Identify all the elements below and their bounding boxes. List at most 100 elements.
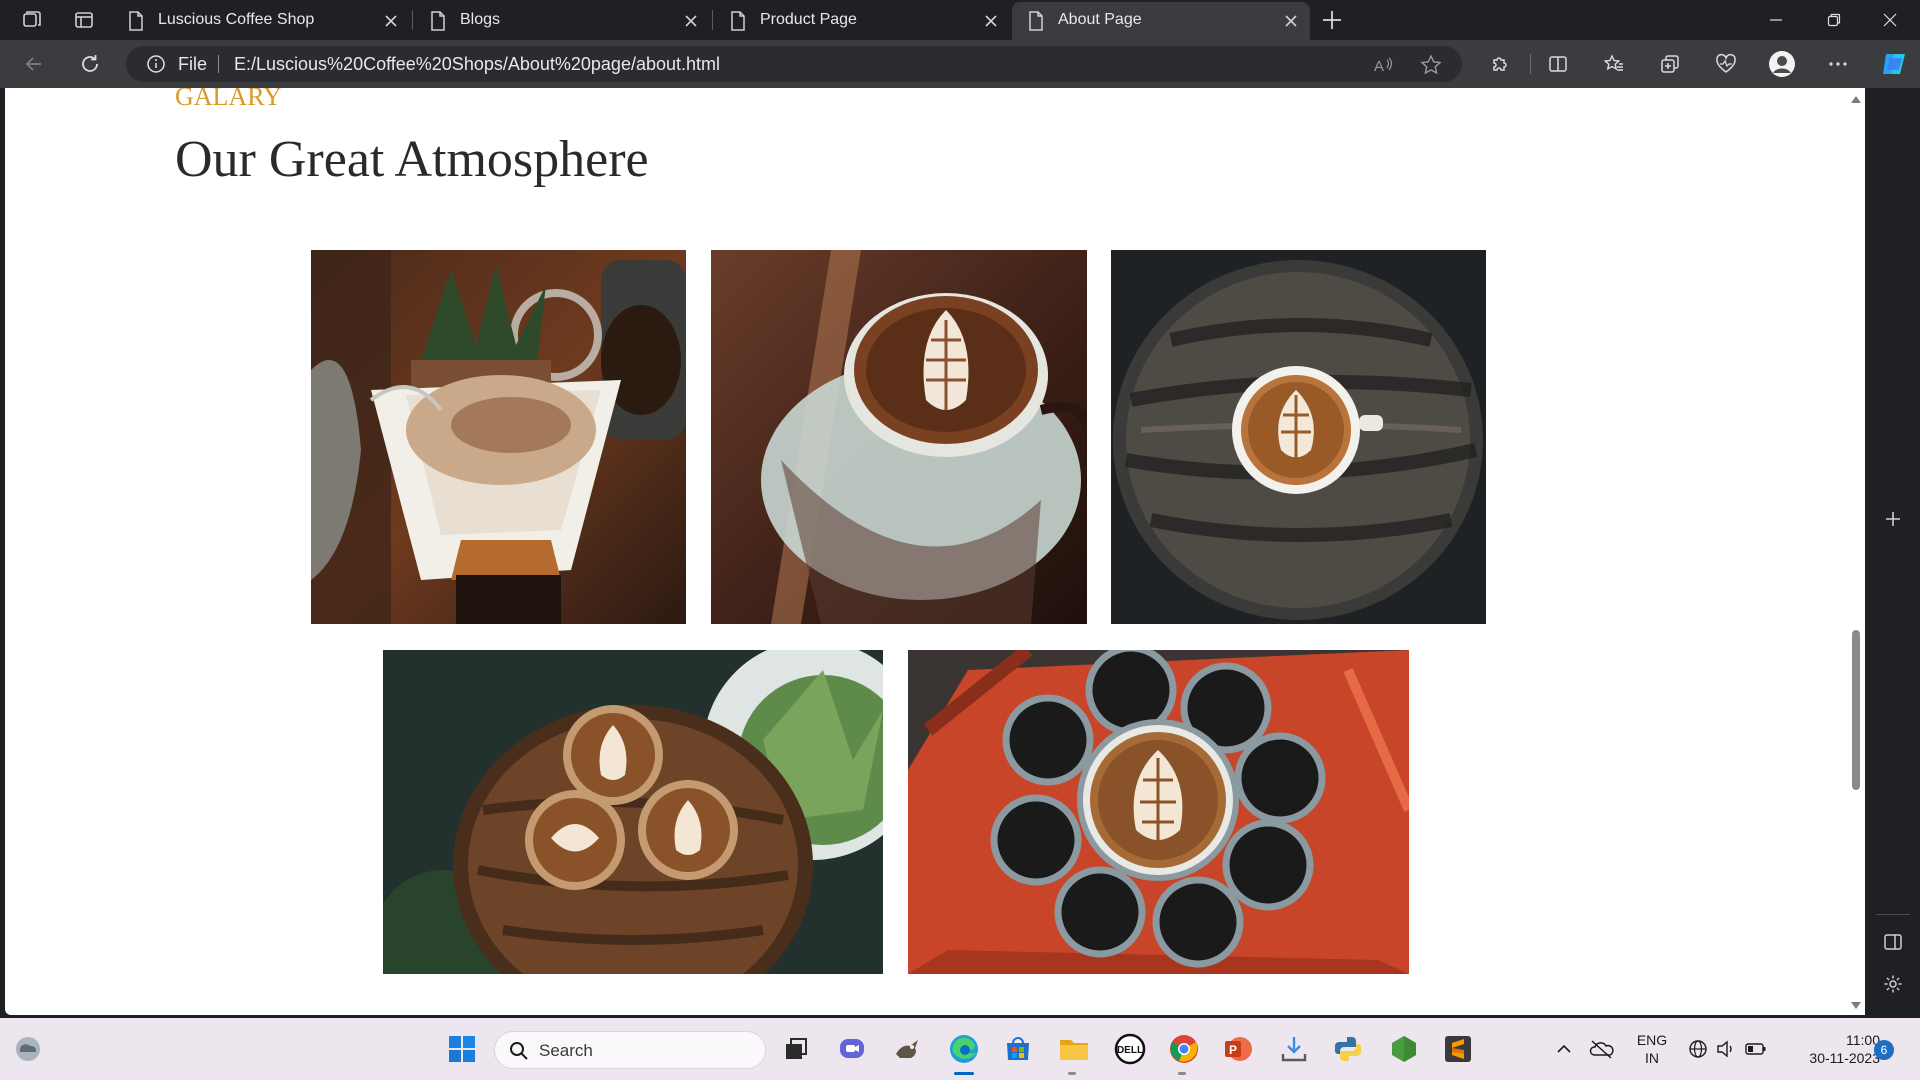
running-app-indicator: [1178, 1072, 1186, 1075]
back-button[interactable]: [20, 50, 48, 78]
task-view-icon[interactable]: [778, 1031, 814, 1067]
windows-start-button[interactable]: [444, 1031, 480, 1067]
restore-button[interactable]: [1806, 0, 1862, 40]
page-icon: [731, 11, 745, 31]
edge-sidebar: [1866, 88, 1920, 1015]
favorites-button[interactable]: [1600, 50, 1628, 78]
settings-more-button[interactable]: [1824, 50, 1852, 78]
toolbar-divider: [1530, 54, 1531, 74]
restore-icon: [1827, 13, 1841, 27]
collections-button[interactable]: [1656, 50, 1684, 78]
show-hidden-icons-chevron-icon[interactable]: [1546, 1031, 1582, 1067]
sidebar-add-button[interactable]: [1879, 505, 1907, 533]
tab-strip: Luscious Coffee Shop Blogs Product Page …: [0, 0, 1920, 40]
back-arrow-icon: [25, 57, 41, 71]
tab-divider: [412, 10, 413, 30]
tab-actions-icon[interactable]: [72, 8, 96, 32]
gallery-photo-latte-saucer: [711, 250, 1087, 624]
extensions-button[interactable]: [1486, 50, 1514, 78]
address-bar[interactable]: File E:/Luscious%20Coffee%20Shops/About%…: [126, 46, 1462, 82]
sublime-text-icon[interactable]: [1440, 1031, 1476, 1067]
info-icon[interactable]: [146, 54, 166, 74]
search-placeholder: Search: [539, 1041, 593, 1060]
close-icon[interactable]: [1282, 12, 1300, 30]
gallery-photo-cups-red-stool: [908, 650, 1409, 974]
tab-product-page[interactable]: Product Page: [714, 2, 1010, 40]
profile-button[interactable]: [1768, 50, 1796, 78]
tab-divider: [712, 10, 713, 30]
collections-icon: [1661, 55, 1679, 73]
close-window-button[interactable]: [1862, 0, 1918, 40]
coffee-cups-red-stool-image: [908, 650, 1409, 974]
weather-widget-icon[interactable]: [10, 1031, 46, 1067]
microsoft-store-icon[interactable]: [1000, 1031, 1036, 1067]
plus-icon: [1886, 512, 1900, 526]
tab-blogs[interactable]: Blogs: [414, 2, 710, 40]
edge-browser-icon[interactable]: [946, 1031, 982, 1067]
nodejs-app-icon[interactable]: [1386, 1031, 1422, 1067]
teams-chat-icon[interactable]: [834, 1031, 870, 1067]
scroll-up-arrow-icon[interactable]: [1851, 96, 1861, 103]
puzzle-icon: [1493, 57, 1507, 71]
battery-icon[interactable]: [1738, 1031, 1774, 1067]
sidebar-divider: [1876, 914, 1910, 915]
gimp-app-icon[interactable]: [890, 1031, 926, 1067]
powerpoint-icon[interactable]: P: [1220, 1031, 1256, 1067]
notification-badge[interactable]: 6: [1874, 1040, 1894, 1060]
tab-title: Product Page: [760, 11, 857, 28]
split-screen-icon: [1549, 56, 1567, 72]
page-scrollbar[interactable]: [1847, 88, 1865, 1015]
scheme-label: File: [178, 54, 208, 74]
close-icon: [1883, 13, 1897, 27]
sidebar-settings-button[interactable]: [1879, 970, 1907, 998]
input-language-indicator[interactable]: ENG IN: [1628, 1031, 1676, 1067]
search-icon: [510, 1042, 528, 1060]
read-aloud-icon[interactable]: A: [1372, 54, 1394, 76]
close-icon[interactable]: [382, 12, 400, 30]
running-app-indicator: [1068, 1072, 1076, 1075]
taskbar-search-box[interactable]: Search: [494, 1031, 766, 1069]
three-lattes-image: [383, 650, 883, 974]
favorite-star-icon[interactable]: [1420, 54, 1442, 76]
clock-time: 11:00: [1846, 1032, 1880, 1048]
tab-about-page[interactable]: About Page: [1012, 2, 1310, 40]
sidebar-panel-icon: [1884, 934, 1902, 950]
minimize-button[interactable]: [1748, 0, 1804, 40]
hide-sidebar-button[interactable]: [1879, 928, 1907, 956]
close-icon[interactable]: [982, 12, 1000, 30]
dell-app-icon[interactable]: DELL: [1112, 1031, 1148, 1067]
scrollbar-thumb[interactable]: [1852, 630, 1860, 790]
split-screen-button[interactable]: [1544, 50, 1572, 78]
svg-text:A: A: [1374, 58, 1384, 75]
clock-date: 30-11-2023: [1809, 1050, 1880, 1066]
workspaces-icon[interactable]: [20, 8, 44, 32]
gallery-photo-latte-stool: [1111, 250, 1486, 624]
downloads-icon[interactable]: [1276, 1031, 1312, 1067]
svg-text:P: P: [1229, 1043, 1237, 1057]
python-app-icon[interactable]: [1330, 1031, 1366, 1067]
latte-art-cup-image: [711, 250, 1087, 624]
tab-title: About Page: [1058, 11, 1142, 28]
browser-toolbar: File E:/Luscious%20Coffee%20Shops/About%…: [0, 40, 1920, 88]
language-code: ENG: [1636, 1032, 1668, 1048]
browser-essentials-button[interactable]: [1712, 50, 1740, 78]
tab-luscious-coffee-shop[interactable]: Luscious Coffee Shop: [112, 2, 410, 40]
address-divider: [218, 55, 219, 73]
new-tab-plus-icon[interactable]: [1318, 6, 1346, 34]
url-text[interactable]: E:/Luscious%20Coffee%20Shops/About%20pag…: [234, 54, 720, 75]
active-app-indicator: [954, 1072, 974, 1075]
clock[interactable]: 11:00 30-11-2023: [1780, 1031, 1880, 1067]
region-code: IN: [1645, 1050, 1659, 1066]
gear-icon: [1884, 975, 1902, 993]
file-explorer-icon[interactable]: [1056, 1031, 1092, 1067]
chrome-browser-icon[interactable]: [1166, 1031, 1202, 1067]
close-icon[interactable]: [682, 12, 700, 30]
refresh-button[interactable]: [76, 50, 104, 78]
page-icon: [1029, 11, 1043, 31]
scroll-down-arrow-icon[interactable]: [1851, 1002, 1861, 1009]
onedrive-offline-icon[interactable]: [1584, 1031, 1620, 1067]
heart-pulse-icon: [1716, 53, 1736, 73]
windows-logo-icon: [449, 1036, 475, 1062]
copilot-button[interactable]: [1880, 50, 1908, 78]
copilot-icon: [1883, 54, 1905, 74]
